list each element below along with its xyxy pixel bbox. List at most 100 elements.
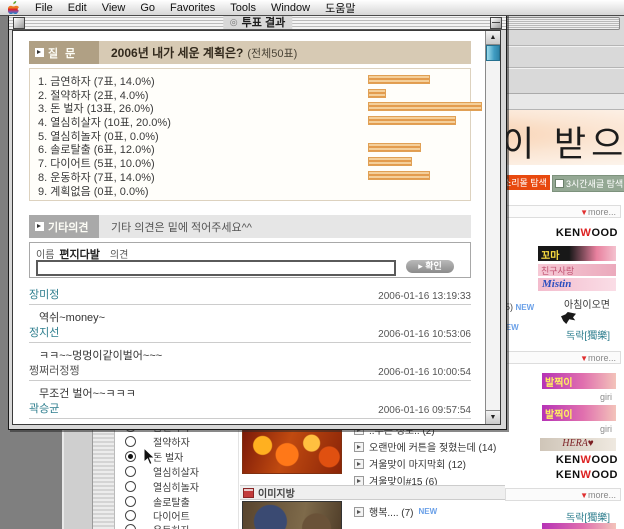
more-link-top[interactable]: ▼more... — [505, 205, 621, 218]
apple-icon[interactable] — [8, 1, 20, 14]
comment-date: 2006-01-16 10:53:06 — [378, 329, 471, 340]
comment-author-link[interactable]: 곽승균 — [29, 400, 59, 416]
ad-girl-banner-1[interactable]: 발찍이 — [542, 373, 616, 389]
poll-result-row: 8. 운동하자 (7표, 14.0%) — [38, 169, 470, 183]
image-room-thumbnail[interactable] — [242, 501, 342, 529]
radio-icon — [125, 510, 136, 521]
ad-kenwood[interactable]: KENWOOD — [556, 227, 618, 239]
comment-date: 2006-01-16 10:00:54 — [378, 367, 471, 378]
ad-hera-banner[interactable]: HERA♥ — [540, 438, 616, 451]
giri-link-2[interactable]: giri — [600, 424, 612, 434]
window-title-icon: ◎ — [230, 17, 238, 28]
poll-result-row: 6. 솔로탈출 (6표, 12.0%) — [38, 141, 470, 155]
post-icon — [354, 476, 364, 486]
ad-mistin-banner[interactable]: Mistin — [538, 278, 616, 291]
hand-icon[interactable] — [561, 312, 576, 324]
radio-option-4[interactable]: 열심히놀자 — [125, 479, 199, 494]
ad-chingu-banner[interactable]: 친구사랑 — [538, 264, 616, 276]
result-bar — [368, 116, 456, 125]
poll-result-row: 7. 다이어트 (5표, 10.0%) — [38, 155, 470, 169]
menu-bar: File Edit View Go Favorites Tools Window… — [0, 0, 624, 16]
new-badge: NEW — [516, 303, 535, 312]
poll-result-row: 4. 열심히살자 (10표, 20.0%) — [38, 114, 470, 128]
poll-result-row: 9. 계획없음 (0표, 0.0%) — [38, 183, 470, 197]
radio-option-6[interactable]: 다이어트 — [125, 508, 190, 523]
menu-help[interactable]: 도움말 — [325, 0, 355, 16]
submit-button[interactable]: ▸ 확인 — [406, 260, 454, 273]
radio-icon — [125, 466, 136, 477]
board-item-1[interactable]: 오랜만에 커튼을 젖혔는데 (14) — [354, 439, 496, 454]
mouse-cursor — [143, 447, 156, 466]
result-bar — [368, 143, 421, 152]
radio-icon — [125, 436, 136, 447]
menu-tools[interactable]: Tools — [230, 2, 256, 14]
name-value: 편지다발 — [59, 249, 99, 261]
radio-icon — [125, 481, 136, 492]
board-item-happy[interactable]: 행복.... (7)NEW — [354, 504, 437, 519]
vertical-scrollbar[interactable]: ▲ ▼ — [485, 31, 500, 424]
ad-kkoma-banner[interactable]: 꼬마 — [538, 246, 616, 261]
opinion-input[interactable] — [36, 260, 396, 276]
badge-square-icon — [555, 179, 564, 188]
comment-author-link[interactable]: 장미정 — [29, 286, 59, 302]
result-bar — [368, 102, 482, 111]
ad-girl-banner-2[interactable]: 발찍이 — [542, 405, 616, 421]
triangle-down-icon: ▼ — [580, 491, 588, 500]
banner-text: 이 받으세 — [502, 116, 624, 165]
scroll-up-icon[interactable]: ▲ — [486, 31, 500, 45]
ad-morning-link[interactable]: 아침이오면 — [564, 296, 610, 311]
comment-item: 쩡쩌러정쩡2006-01-16 10:00:54 무조건 벌어~~ㅋㅋㅋ — [29, 359, 471, 401]
radio-option-3[interactable]: 열심히살자 — [125, 464, 199, 479]
ad-kenwood[interactable]: KENWOOD — [556, 469, 618, 481]
board-item-2[interactable]: 겨울맞이 마지막회 (12) — [354, 456, 466, 471]
ad-girl-banner-cut[interactable] — [542, 523, 616, 529]
scroll-down-icon[interactable]: ▼ — [486, 410, 500, 424]
more-link-mid[interactable]: ▼more... — [505, 351, 621, 364]
ad-kenwood[interactable]: KENWOOD — [556, 454, 618, 466]
comment-item: 장미정2006-01-16 13:19:33 역쉬~money~ — [29, 283, 471, 325]
bullet-square-icon — [35, 222, 44, 231]
radio-option-1[interactable]: 절약하자 — [125, 434, 190, 449]
scrollbar-thumb[interactable] — [486, 45, 500, 61]
dokrak-link[interactable]: 독락[獨樂] — [566, 327, 610, 342]
poll-result-row: 3. 돈 벌자 (13표, 26.0%) — [38, 100, 470, 114]
dokrak-link[interactable]: 독락[獨樂] — [566, 509, 610, 524]
badge-sound-search[interactable]: 소리몰 탐색 — [500, 175, 550, 190]
radio-option-7[interactable]: 운동하자 — [125, 522, 190, 529]
radio-option-5[interactable]: 솔로탈출 — [125, 494, 190, 509]
opinion-header: 기타의견 기타 의견은 밑에 적어주세요^^ — [29, 215, 471, 238]
window-titlebar[interactable]: ◎ 투표 결과 — [9, 15, 506, 30]
window-content-frame: 질 문 2006년 내가 세운 계획은? (전체50표) 1. 금연하자 (7표… — [12, 30, 501, 425]
menu-window[interactable]: Window — [271, 2, 310, 14]
collapse-box-icon[interactable] — [490, 17, 502, 29]
poll-result-window: ◎ 투표 결과 질 문 2006년 내가 세운 계획은? (전체50표) 1. … — [8, 14, 507, 430]
menu-go[interactable]: Go — [140, 2, 155, 14]
new-badge: NEW — [419, 507, 438, 516]
menu-edit[interactable]: Edit — [68, 2, 87, 14]
triangle-down-icon: ▼ — [580, 208, 588, 217]
name-label: 이름 — [36, 250, 54, 261]
question-tag: 질 문 — [29, 41, 99, 64]
poll-question-title: 2006년 내가 세운 계획은? — [111, 44, 243, 61]
giri-link-1[interactable]: giri — [600, 392, 612, 402]
close-box-icon[interactable] — [13, 17, 25, 29]
comment-author-link[interactable]: 쩡쩌러정쩡 — [29, 362, 80, 378]
poll-result-row: 2. 절약하자 (2표, 4.0%) — [38, 87, 470, 101]
triangle-down-icon: ▼ — [580, 354, 588, 363]
badge-new-posts[interactable]: 3시간새글 탐색 — [552, 175, 624, 192]
comment-item: 곽승균2006-01-16 09:57:54 — [29, 397, 471, 423]
poll-results-list: 1. 금연하자 (7표, 14.0%) 2. 절약하자 (2표, 4.0%) 3… — [29, 68, 471, 201]
lantern-photo-thumbnail[interactable] — [242, 426, 342, 474]
menu-view[interactable]: View — [102, 2, 126, 14]
menu-favorites[interactable]: Favorites — [170, 2, 215, 14]
result-bar — [368, 157, 412, 166]
menu-file[interactable]: File — [35, 2, 53, 14]
comment-item: 정지선2006-01-16 10:53:06 ㅋㅋ~~멍멍이같이벌어~~~ — [29, 321, 471, 363]
result-bar — [368, 75, 430, 84]
more-link-bottom[interactable]: ▼more... — [505, 488, 621, 501]
comment-author-link[interactable]: 정지선 — [29, 324, 59, 340]
post-icon — [354, 507, 364, 517]
post-icon — [354, 459, 364, 469]
window-title: ◎ 투표 결과 — [223, 15, 292, 29]
result-bar — [368, 171, 430, 180]
